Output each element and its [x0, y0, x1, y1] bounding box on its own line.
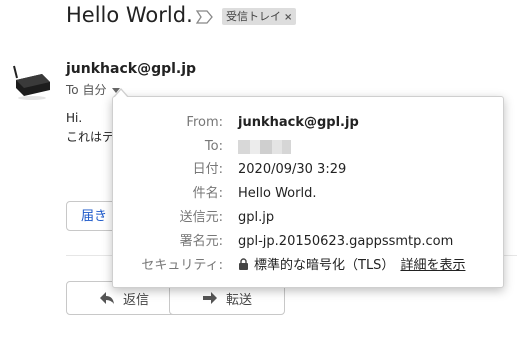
to-prefix: To [66, 83, 79, 97]
subject-value: Hello World. [238, 186, 317, 201]
from-value: junkhack@gpl.jp [238, 115, 359, 130]
lock-icon [239, 258, 248, 270]
inbox-label-text: 受信トレイ [226, 10, 281, 23]
body-line: これはテ [66, 130, 115, 144]
security-value-wrap: 標準的な暗号化（TLS） 詳細を表示 [238, 257, 465, 275]
inbox-label-chip: 受信トレイ × [222, 8, 297, 25]
reply-arrow-icon [99, 292, 114, 304]
redacted-address [238, 140, 291, 154]
forward-arrow-icon [202, 292, 217, 304]
security-details-link[interactable]: 詳細を表示 [400, 258, 465, 273]
popup-pointer-fill [114, 90, 128, 98]
remove-label-icon[interactable]: × [284, 12, 292, 23]
message-details-popup: From: junkhack@gpl.jp To: 日付: 2020/09/30… [112, 88, 504, 288]
from-label: From: [186, 115, 223, 130]
date-value: 2020/09/30 3:29 [238, 162, 347, 177]
to-value-redacted [238, 138, 291, 160]
to-name: 自分 [82, 83, 107, 97]
message-body: Hi. これはテ [66, 109, 114, 147]
signed-by-value: gpl-jp.20150623.gappssmtp.com [238, 234, 454, 249]
security-value: 標準的な暗号化（TLS） [254, 258, 395, 273]
sender-email: junkhack@gpl.jp [66, 61, 197, 77]
date-label: 日付: [192, 162, 223, 177]
reply-label: 返信 [122, 292, 149, 308]
mailed-by-value: gpl.jp [238, 210, 275, 225]
security-label: セキュリティ: [141, 258, 223, 273]
email-subject: Hello World. [66, 3, 193, 27]
subject-label: 件名: [192, 186, 223, 201]
forward-label: 転送 [225, 292, 252, 308]
mailed-by-label: 送信元: [179, 210, 223, 225]
body-line: Hi. [66, 111, 83, 125]
signed-by-label: 署名元: [179, 234, 223, 249]
to-label: To: [204, 139, 223, 154]
avatar-device-icon [13, 65, 50, 100]
importance-marker-icon[interactable] [196, 10, 214, 24]
